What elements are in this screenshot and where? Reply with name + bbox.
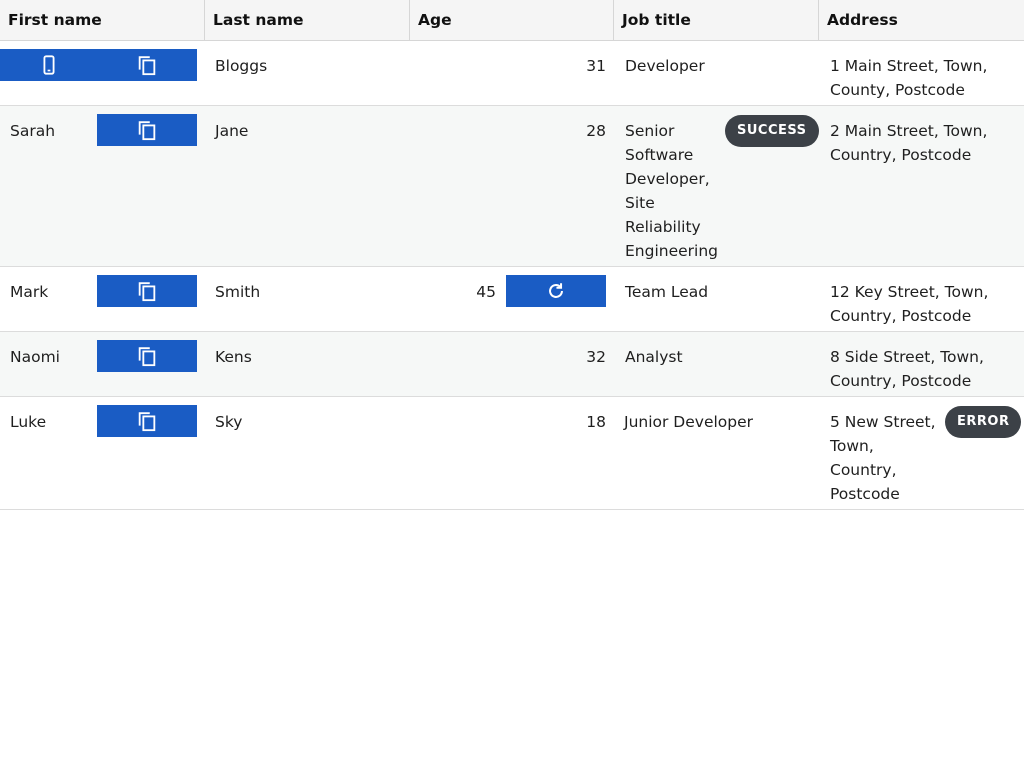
age-value: 45 bbox=[476, 283, 496, 301]
age-cell: 28 bbox=[586, 122, 606, 140]
address-line: Country, bbox=[830, 461, 897, 479]
address-line: Postcode bbox=[830, 485, 900, 503]
first-name-text: Naomi bbox=[10, 348, 60, 366]
job-title-cell: Junior Developer bbox=[624, 413, 754, 431]
address-line: 8 Side Street, Town, bbox=[830, 348, 984, 366]
copy-button[interactable] bbox=[97, 114, 197, 146]
status-badge-error: ERROR bbox=[945, 406, 1022, 438]
data-grid: First name Last name Age Job title Addre… bbox=[0, 0, 1024, 510]
job-title-cell: Analyst bbox=[625, 348, 683, 366]
job-title-line: Engineering bbox=[625, 242, 718, 260]
grid-header: First name Last name Age Job title Addre… bbox=[0, 0, 1024, 41]
address-line: 1 Main Street, Town, bbox=[830, 57, 988, 75]
job-title-cell: Developer bbox=[625, 57, 705, 75]
address-line: Country, Postcode bbox=[830, 146, 972, 164]
address-cell: 5 New Street, Town, Country, Postcode ER… bbox=[819, 397, 1024, 509]
refresh-button[interactable] bbox=[506, 275, 606, 307]
first-name-text: Luke bbox=[10, 413, 47, 431]
copy-icon bbox=[138, 282, 156, 302]
table-row: Sarah Jane 28 Senior Software Developer,… bbox=[0, 106, 1024, 267]
job-title-line: Site bbox=[625, 194, 655, 212]
first-name-text: Mark bbox=[10, 283, 49, 301]
copy-icon bbox=[138, 121, 156, 141]
age-cell: 18 bbox=[586, 413, 606, 431]
address-cell: 2 Main Street, Town, Country, Postcode bbox=[819, 106, 1024, 266]
first-name-cell: Luke bbox=[0, 397, 205, 509]
mobile-icon bbox=[43, 55, 54, 75]
age-wrap: 45 bbox=[410, 275, 606, 307]
job-title-line: Developer, bbox=[625, 170, 710, 188]
copy-button[interactable] bbox=[97, 275, 197, 307]
address-line: 2 Main Street, Town, bbox=[830, 122, 988, 140]
last-name-cell: Jane bbox=[215, 122, 249, 140]
address-cell: 1 Main Street, Town, County, Postcode bbox=[819, 41, 1024, 105]
column-header-last-name[interactable]: Last name bbox=[205, 0, 410, 40]
copy-button[interactable] bbox=[97, 405, 197, 437]
first-name-cell: Mark bbox=[0, 267, 205, 331]
column-header-age[interactable]: Age bbox=[410, 0, 614, 40]
job-title-line: Reliability bbox=[625, 218, 701, 236]
copy-icon bbox=[138, 347, 156, 367]
first-name-text: Sarah bbox=[10, 122, 56, 140]
age-cell: 32 bbox=[586, 348, 606, 366]
address-line: Country, Postcode bbox=[830, 372, 972, 390]
column-header-first-name[interactable]: First name bbox=[0, 0, 205, 40]
age-cell: 45 bbox=[410, 267, 614, 331]
refresh-icon bbox=[549, 283, 563, 298]
address-line: 12 Key Street, Town, bbox=[830, 283, 989, 301]
table-row: Bloggs 31 Developer 1 Main Street, Town,… bbox=[0, 41, 1024, 106]
copy-button[interactable] bbox=[97, 49, 197, 81]
address-line: County, Postcode bbox=[830, 81, 965, 99]
last-name-cell: Bloggs bbox=[215, 57, 268, 75]
last-name-cell: Sky bbox=[215, 413, 243, 431]
address-cell: 8 Side Street, Town, Country, Postcode bbox=[819, 332, 1024, 396]
column-header-address[interactable]: Address bbox=[819, 0, 1024, 40]
first-name-cell bbox=[0, 41, 205, 105]
last-name-cell: Smith bbox=[215, 283, 261, 301]
last-name-cell: Kens bbox=[215, 348, 252, 366]
status-badge-success: SUCCESS bbox=[725, 115, 819, 147]
address-cell: 12 Key Street, Town, Country, Postcode bbox=[819, 267, 1024, 331]
mobile-button[interactable] bbox=[0, 49, 97, 81]
job-title-cell: Senior Software Developer, Site Reliabil… bbox=[614, 106, 819, 266]
first-name-cell: Sarah bbox=[0, 106, 205, 266]
copy-button[interactable] bbox=[97, 340, 197, 372]
address-line: Country, Postcode bbox=[830, 307, 972, 325]
table-row: Mark Smith 45 Team Lead 12 Key Street, T… bbox=[0, 267, 1024, 332]
age-cell: 31 bbox=[586, 57, 606, 75]
copy-icon bbox=[138, 412, 156, 432]
column-header-job-title[interactable]: Job title bbox=[614, 0, 819, 40]
table-row: Naomi Kens 32 Analyst 8 Side Street, Tow… bbox=[0, 332, 1024, 397]
copy-icon bbox=[138, 56, 156, 76]
job-title-cell: Team Lead bbox=[625, 283, 709, 301]
table-row: Luke Sky 18 Junior Developer 5 New Stree… bbox=[0, 397, 1024, 510]
first-name-cell: Naomi bbox=[0, 332, 205, 396]
